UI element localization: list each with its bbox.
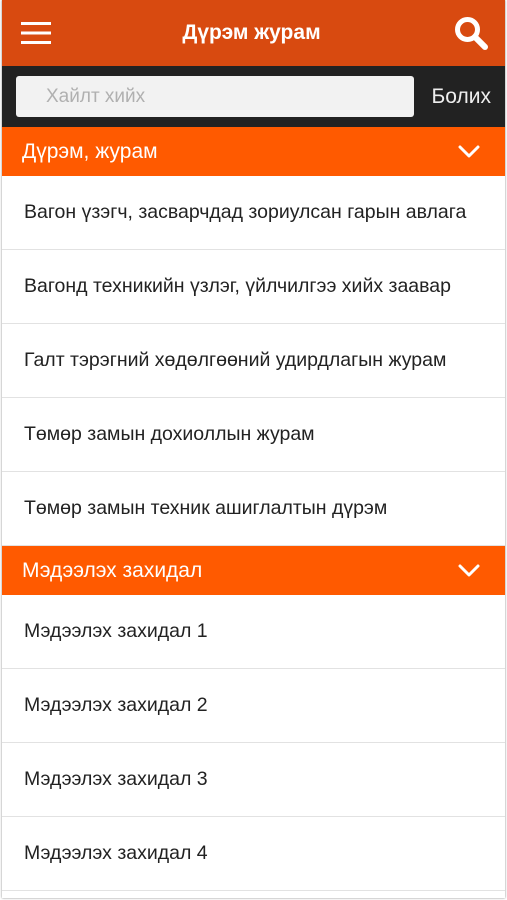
page-title: Дүрэм журам	[182, 21, 321, 44]
list-item[interactable]: Төмөр замын дохиоллын журам	[2, 398, 505, 472]
section-title: Дүрэм, журам	[22, 139, 158, 163]
section-header-rules[interactable]: Дүрэм, журам	[2, 127, 505, 176]
list-item-label: Мэдээлэх захидал 1	[24, 620, 208, 642]
list-item-label: Төмөр замын дохиоллын журам	[24, 423, 315, 445]
list-item[interactable]: Вагон үзэгч, засварчдад зориулсан гарын …	[2, 176, 505, 250]
chevron-down-icon	[457, 559, 481, 583]
app-frame: Дүрэм журам Болих Дүрэм, журам Вагон үзэ…	[2, 0, 505, 898]
section-letters: Мэдээлэх захидал Мэдээлэх захидал 1 Мэдэ…	[2, 546, 505, 891]
cancel-search-button[interactable]: Болих	[432, 85, 491, 109]
search-input[interactable]	[16, 76, 414, 117]
list-item[interactable]: Мэдээлэх захидал 3	[2, 743, 505, 817]
list-item[interactable]: Галт тэрэгний хөдөлгөөний удирдлагын жур…	[2, 324, 505, 398]
list-item-label: Вагон үзэгч, засварчдад зориулсан гарын …	[24, 201, 467, 223]
section-rules: Дүрэм, журам Вагон үзэгч, засварчдад зор…	[2, 127, 505, 546]
list-item-label: Мэдээлэх захидал 3	[24, 768, 208, 790]
list-item[interactable]: Мэдээлэх захидал 2	[2, 669, 505, 743]
search-icon[interactable]	[451, 13, 491, 53]
list-item[interactable]: Төмөр замын техник ашиглалтын дүрэм	[2, 472, 505, 546]
app-bar: Дүрэм журам	[2, 0, 505, 66]
list-item-label: Мэдээлэх захидал 2	[24, 694, 208, 716]
list-item[interactable]: Мэдээлэх захидал 4	[2, 817, 505, 891]
list-item-label: Вагонд техникийн үзлэг, үйлчилгээ хийх з…	[24, 275, 451, 297]
list-item[interactable]: Мэдээлэх захидал 1	[2, 595, 505, 669]
list-item-label: Төмөр замын техник ашиглалтын дүрэм	[24, 497, 388, 519]
list-item[interactable]: Вагонд техникийн үзлэг, үйлчилгээ хийх з…	[2, 250, 505, 324]
list-item-label: Мэдээлэх захидал 4	[24, 842, 208, 864]
list-item-label: Галт тэрэгний хөдөлгөөний удирдлагын жур…	[24, 349, 447, 371]
section-title: Мэдээлэх захидал	[22, 558, 203, 582]
chevron-down-icon	[457, 140, 481, 164]
section-header-letters[interactable]: Мэдээлэх захидал	[2, 546, 505, 595]
hamburger-menu-icon[interactable]	[20, 17, 52, 49]
search-bar: Болих	[2, 66, 505, 127]
